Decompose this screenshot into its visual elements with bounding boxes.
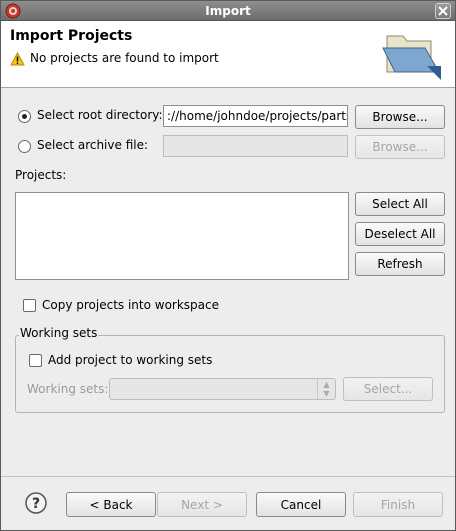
page-title: Import Projects (10, 28, 133, 44)
footer-separator (1, 476, 455, 477)
cancel-button[interactable]: Cancel (256, 492, 346, 517)
archive-file-label: Select archive file: (37, 138, 149, 152)
add-to-working-sets-checkbox[interactable] (29, 354, 42, 367)
next-button[interactable]: Next > (157, 492, 247, 517)
header-message: No projects are found to import (30, 51, 219, 65)
svg-text:?: ? (32, 496, 40, 512)
copy-projects-label: Copy projects into workspace (42, 298, 220, 312)
working-sets-group (15, 335, 445, 413)
browse-archive-button[interactable]: Browse... (355, 135, 445, 159)
add-to-working-sets-label: Add project to working sets (48, 353, 213, 367)
import-folder-icon (382, 35, 441, 80)
working-sets-combo[interactable]: ▲ ▼ (109, 378, 336, 400)
projects-list[interactable] (15, 192, 349, 280)
close-icon (438, 6, 448, 16)
root-directory-input[interactable]: ://home/johndoe/projects/parts (163, 105, 348, 127)
title-bar: Import (1, 1, 455, 21)
archive-file-radio[interactable] (18, 140, 31, 153)
window-title: Import (205, 4, 251, 18)
working-sets-group-title: Working sets (19, 326, 99, 340)
close-button[interactable] (435, 3, 451, 19)
import-dialog: Import Import Projects No projects are f… (0, 0, 456, 531)
finish-button[interactable]: Finish (353, 492, 443, 517)
warning-icon (10, 52, 25, 66)
deselect-all-button[interactable]: Deselect All (355, 222, 445, 246)
refresh-button[interactable]: Refresh (355, 252, 445, 276)
browse-root-button[interactable]: Browse... (355, 105, 445, 129)
root-directory-radio[interactable] (18, 110, 31, 123)
wizard-header: Import Projects No projects are found to… (1, 21, 455, 88)
select-working-sets-button[interactable]: Select... (343, 377, 433, 401)
help-icon[interactable]: ? (25, 492, 47, 514)
copy-projects-checkbox[interactable] (23, 299, 36, 312)
projects-label: Projects: (15, 168, 67, 182)
working-sets-field-label: Working sets: (27, 382, 109, 396)
back-button[interactable]: < Back (66, 492, 156, 517)
archive-file-input[interactable] (163, 135, 348, 157)
select-all-button[interactable]: Select All (355, 192, 445, 216)
combo-arrows-icon: ▲ ▼ (317, 379, 335, 399)
root-directory-label: Select root directory: (37, 108, 163, 122)
